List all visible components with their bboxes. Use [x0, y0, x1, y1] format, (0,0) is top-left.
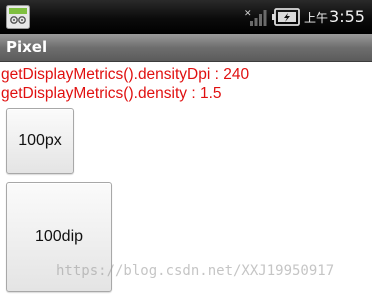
density-text: getDisplayMetrics().density : 1.5: [1, 85, 222, 102]
clock-time: 3:55: [329, 7, 365, 26]
watermark-text: https://blog.csdn.net/XXJ19950917: [56, 263, 335, 279]
title-bar: Pixel: [0, 34, 372, 62]
svg-text:✕: ✕: [244, 9, 252, 19]
status-bar: ✕ 上午3:55: [0, 0, 372, 34]
density-dpi-text: getDisplayMetrics().densityDpi : 240: [1, 66, 250, 83]
battery-icon: [272, 8, 300, 26]
button-100px[interactable]: 100px: [6, 108, 74, 174]
clock-ampm: 上午: [304, 11, 329, 25]
right-edge-margin: [372, 0, 387, 294]
android-debug-icon: [6, 5, 30, 29]
app-title: Pixel: [6, 38, 48, 56]
signal-strength-icon: ✕: [244, 9, 267, 26]
status-clock: 上午3:55: [304, 7, 365, 28]
